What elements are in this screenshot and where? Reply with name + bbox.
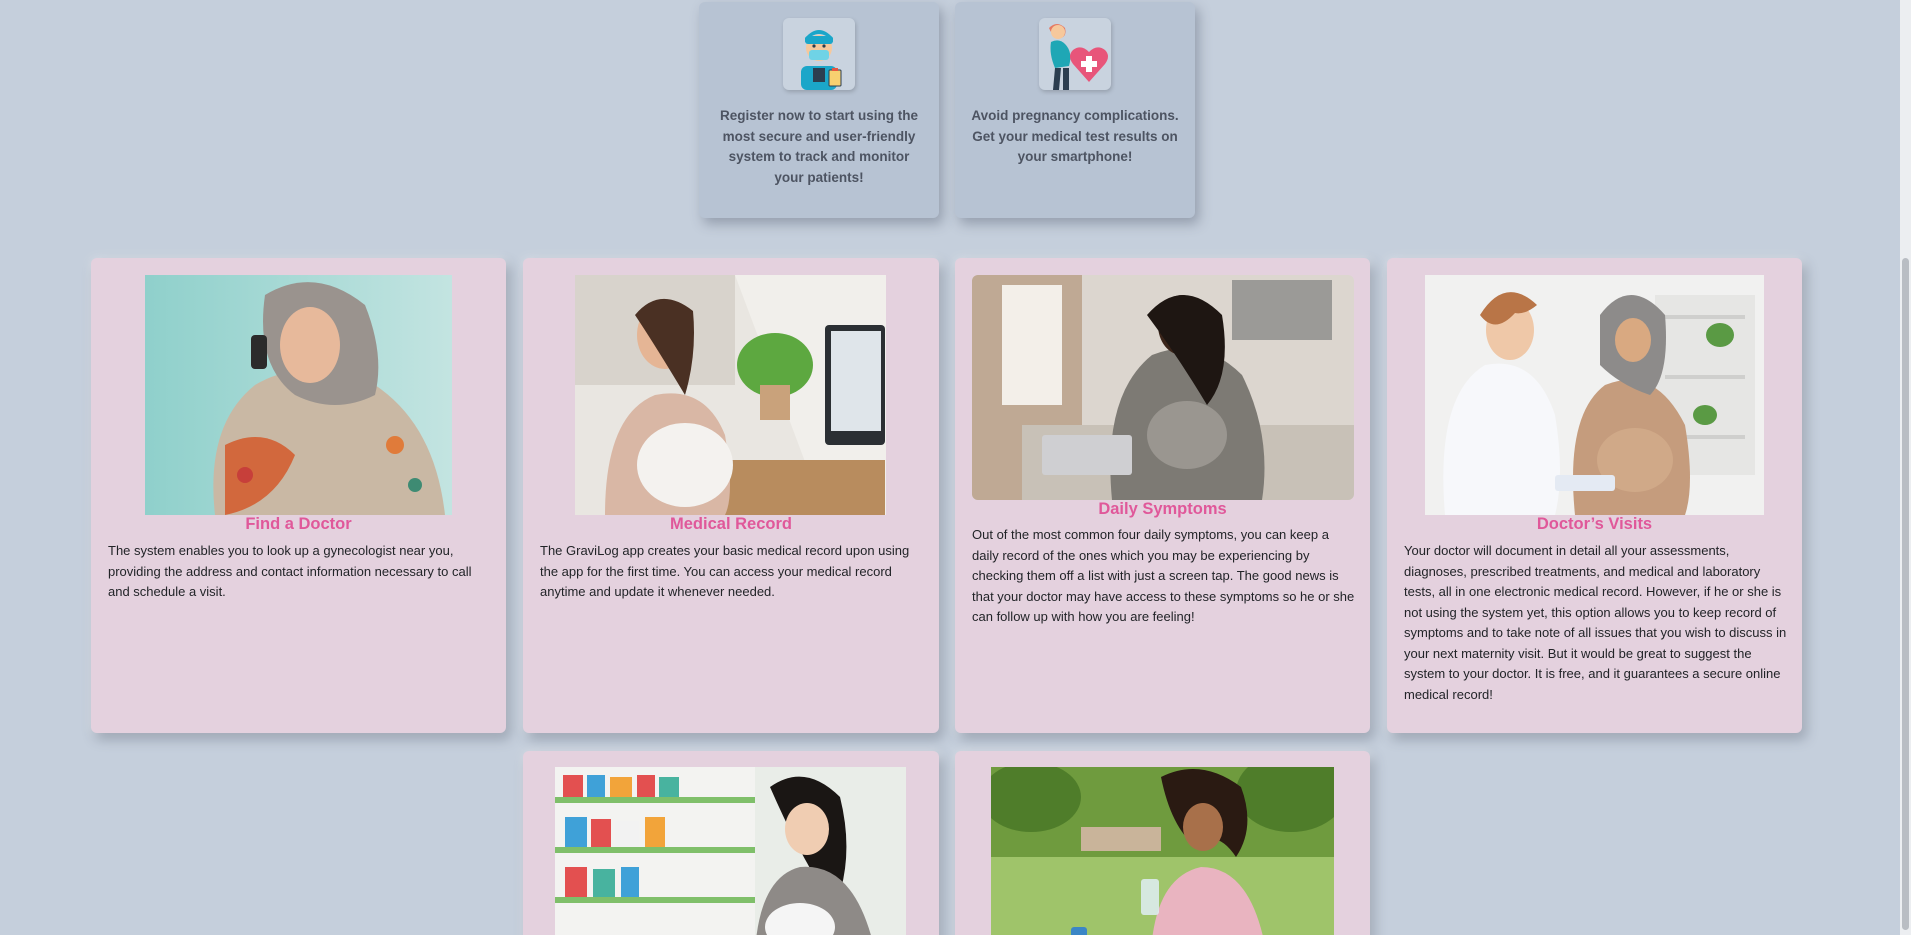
page: Register now to start using the most sec…: [0, 0, 1911, 935]
feature-title: Doctor’s Visits: [1536, 515, 1653, 533]
pregnant-woman-heart-icon: [1039, 18, 1111, 90]
pregnant-woman-on-phone-photo: [145, 275, 452, 515]
pregnancy-card: Avoid pregnancy complications. Get your …: [955, 2, 1195, 218]
feature-description: Your doctor will document in detail all …: [1404, 543, 1787, 702]
pregnant-woman-in-pharmacy-photo: [555, 767, 906, 935]
feature-card-nutrition: [955, 751, 1370, 935]
register-text: Register now to start using the most sec…: [719, 108, 919, 185]
vertical-scrollbar[interactable]: [1900, 0, 1911, 935]
doctor-icon: [783, 18, 855, 90]
feature-card-pharmacy: [523, 751, 939, 935]
scrollbar-thumb[interactable]: [1902, 258, 1909, 930]
pregnant-woman-in-park-photo: [991, 767, 1334, 935]
feature-title: Find a Doctor: [245, 515, 352, 533]
feature-card-find-doctor: Find a Doctor The system enables you to …: [91, 258, 506, 733]
feature-description: The GraviLog app creates your basic medi…: [540, 543, 910, 599]
pregnant-woman-at-computer-photo: [575, 275, 886, 515]
feature-title: Medical Record: [670, 515, 792, 533]
feature-description: The system enables you to look up a gyne…: [108, 543, 472, 599]
pregnancy-text: Avoid pregnancy complications. Get your …: [971, 108, 1179, 164]
feature-card-daily-symptoms: Daily Symptoms Out of the most common fo…: [955, 258, 1370, 733]
register-card: Register now to start using the most sec…: [699, 2, 939, 218]
feature-description: Out of the most common four daily sympto…: [972, 527, 1355, 624]
doctor-with-pregnant-patient-photo: [1425, 275, 1764, 515]
feature-card-medical-record: Medical Record The GraviLog app creates …: [523, 258, 939, 733]
pregnant-woman-with-laptop-photo: [972, 275, 1354, 500]
feature-title: Daily Symptoms: [1098, 500, 1227, 518]
feature-card-doctors-visits: Doctor’s Visits Your doctor will documen…: [1387, 258, 1802, 733]
